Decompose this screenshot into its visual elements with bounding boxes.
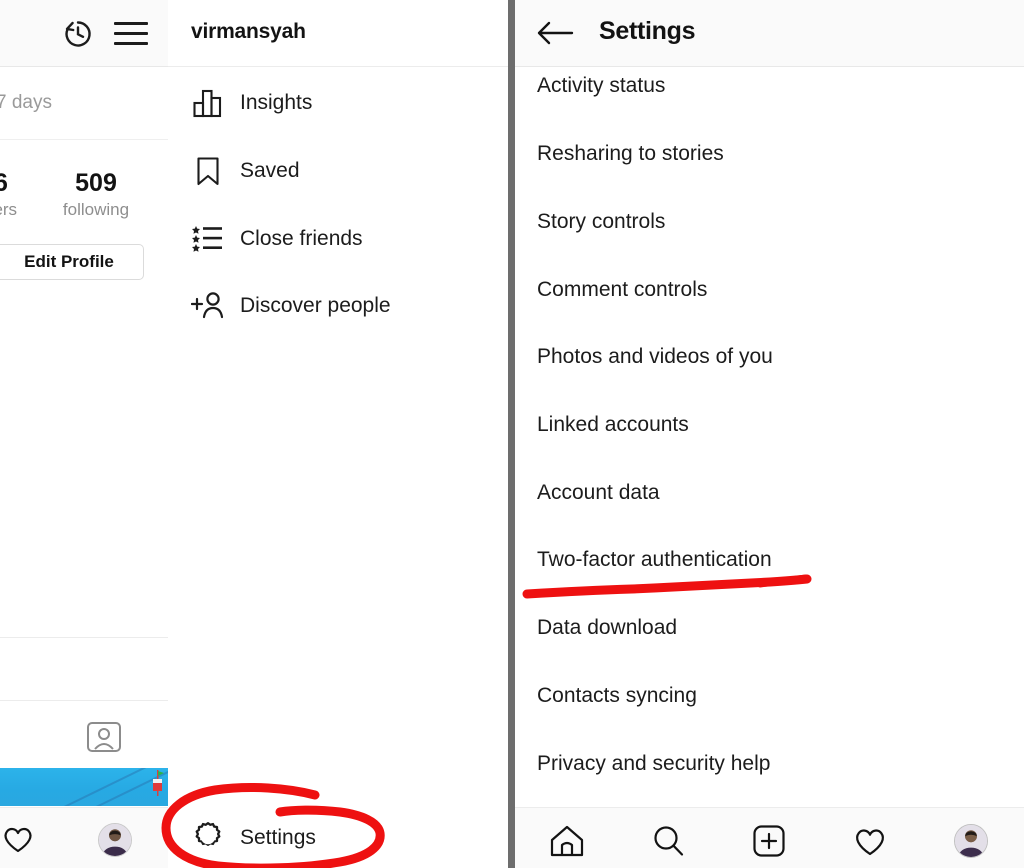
days-filter-row: 7 days: [0, 68, 168, 140]
home-icon[interactable]: [545, 821, 589, 861]
followers-stat[interactable]: 6 vers: [0, 168, 44, 222]
middle-menu-panel: virmansyah Insights Saved Close friends …: [168, 0, 508, 868]
menu-item-close-friends[interactable]: Close friends: [168, 205, 508, 273]
menu-item-discover-people[interactable]: Discover people: [168, 272, 508, 340]
panel-divider: [508, 0, 515, 868]
gear-icon: [195, 822, 221, 846]
days-label: 7 days: [0, 92, 52, 113]
close-friends-list-icon: [190, 221, 226, 257]
heart-icon[interactable]: [2, 824, 34, 854]
settings-item-photos-and-videos-of-you[interactable]: Photos and videos of you: [537, 345, 997, 379]
settings-item-contacts-syncing[interactable]: Contacts syncing: [537, 684, 997, 718]
divider: [0, 700, 168, 701]
following-stat[interactable]: 509 following: [48, 168, 144, 222]
settings-item-activity-status[interactable]: Activity status: [537, 74, 997, 108]
menu-item-settings[interactable]: Settings: [168, 806, 508, 868]
tagged-photos-icon[interactable]: [85, 718, 123, 756]
flag-decoration-icon: [153, 770, 164, 796]
menu-item-label: Insights: [240, 91, 313, 114]
menu-item-saved[interactable]: Saved: [168, 137, 508, 205]
menu-item-label: Saved: [240, 159, 300, 182]
add-post-icon[interactable]: [747, 821, 791, 861]
settings-item-story-controls[interactable]: Story controls: [537, 210, 997, 244]
following-label: following: [62, 200, 130, 219]
middle-top-bar: virmansyah: [168, 0, 508, 67]
heart-icon[interactable]: [848, 821, 892, 861]
profile-avatar[interactable]: [949, 821, 993, 861]
screenshot-root: 7 days 6 vers 509 following Edit Profile: [0, 0, 1024, 868]
menu-item-label: Discover people: [240, 294, 391, 317]
followers-count: 6: [0, 169, 8, 197]
blue-photo-banner: [0, 768, 168, 806]
menu-item-insights[interactable]: Insights: [168, 69, 508, 137]
profile-stats: 6 vers 509 following: [0, 160, 168, 240]
settings-item-resharing-to-stories[interactable]: Resharing to stories: [537, 142, 997, 176]
settings-item-account-data[interactable]: Account data: [537, 481, 997, 515]
right-settings-panel: Settings Activity status Resharing to st…: [515, 0, 1024, 868]
page-title: Settings: [599, 17, 696, 45]
discover-people-icon: [190, 288, 226, 324]
following-count: 509: [75, 169, 117, 197]
edit-profile-button[interactable]: Edit Profile: [0, 244, 144, 280]
left-bottom-nav: [0, 807, 168, 868]
avatar-image: [99, 824, 131, 856]
back-arrow-icon[interactable]: [536, 19, 574, 47]
insights-bar-chart-icon: [190, 85, 226, 121]
settings-item-privacy-and-security-help[interactable]: Privacy and security help: [537, 752, 997, 786]
username-label: virmansyah: [191, 20, 306, 43]
menu-item-label: Close friends: [240, 227, 363, 250]
settings-header-bar: Settings: [515, 0, 1024, 67]
followers-label: vers: [0, 200, 18, 219]
settings-item-data-download[interactable]: Data download: [537, 616, 997, 650]
search-icon[interactable]: [646, 821, 690, 861]
left-profile-panel: 7 days 6 vers 509 following Edit Profile: [0, 0, 168, 868]
bookmark-icon: [190, 153, 226, 189]
hamburger-menu-icon[interactable]: [114, 21, 148, 47]
settings-item-two-factor-authentication[interactable]: Two-factor authentication: [537, 548, 997, 582]
avatar-image: [955, 825, 987, 857]
left-top-bar: [0, 0, 168, 67]
settings-item-comment-controls[interactable]: Comment controls: [537, 278, 997, 312]
avatar: [954, 824, 988, 858]
settings-item-linked-accounts[interactable]: Linked accounts: [537, 413, 997, 447]
menu-item-label: Settings: [240, 826, 316, 849]
divider: [0, 637, 168, 638]
profile-avatar[interactable]: [98, 823, 132, 857]
history-icon[interactable]: [60, 16, 96, 52]
bottom-nav-bar: [515, 807, 1024, 868]
